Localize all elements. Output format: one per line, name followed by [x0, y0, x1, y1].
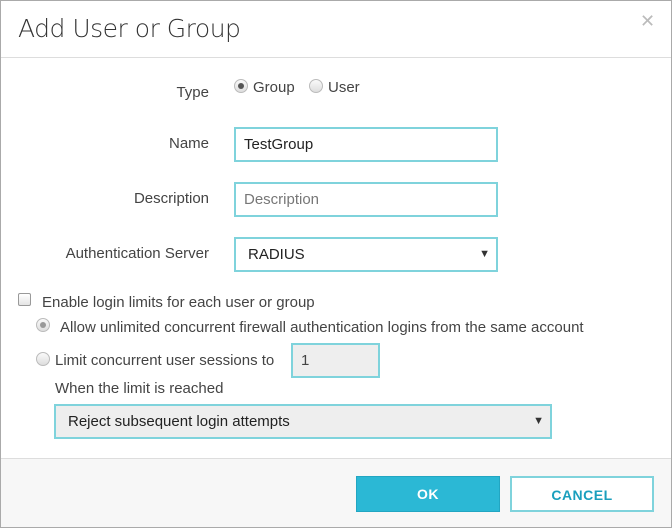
type-label: Type: [176, 84, 209, 101]
when-limit-label: When the limit is reached: [55, 380, 223, 397]
type-group-label[interactable]: Group: [253, 79, 295, 96]
description-input[interactable]: Description: [234, 182, 498, 217]
chevron-down-icon: ▼: [479, 239, 490, 270]
dialog-footer: OK CANCEL: [1, 458, 671, 527]
auth-server-select[interactable]: RADIUS ▼: [234, 237, 498, 272]
auth-server-label: Authentication Server: [66, 245, 209, 262]
dialog-title: Add User or Group: [18, 14, 240, 43]
add-user-or-group-dialog: Add User or Group ✕ Type Group User Name…: [0, 0, 672, 528]
unlimited-logins-label[interactable]: Allow unlimited concurrent firewall auth…: [60, 319, 584, 336]
close-icon[interactable]: ✕: [640, 11, 655, 32]
cancel-button[interactable]: CANCEL: [510, 476, 654, 512]
limit-sessions-label[interactable]: Limit concurrent user sessions to: [55, 352, 274, 369]
chevron-down-icon: ▼: [533, 406, 544, 437]
when-limit-value: Reject subsequent login attempts: [68, 413, 290, 430]
ok-button[interactable]: OK: [356, 476, 500, 512]
limit-sessions-input[interactable]: 1: [291, 343, 380, 378]
limit-sessions-radio[interactable]: [36, 352, 50, 366]
enable-login-limits-checkbox[interactable]: [18, 293, 31, 306]
type-user-radio[interactable]: [309, 79, 323, 93]
description-label: Description: [134, 190, 209, 207]
enable-login-limits-label[interactable]: Enable login limits for each user or gro…: [42, 294, 315, 311]
type-user-label[interactable]: User: [328, 79, 360, 96]
auth-server-value: RADIUS: [248, 246, 305, 263]
dialog-header: Add User or Group ✕: [1, 1, 671, 58]
name-input[interactable]: TestGroup: [234, 127, 498, 162]
unlimited-logins-radio[interactable]: [36, 318, 50, 332]
name-label: Name: [169, 135, 209, 152]
type-group-radio[interactable]: [234, 79, 248, 93]
when-limit-select[interactable]: Reject subsequent login attempts ▼: [54, 404, 552, 439]
